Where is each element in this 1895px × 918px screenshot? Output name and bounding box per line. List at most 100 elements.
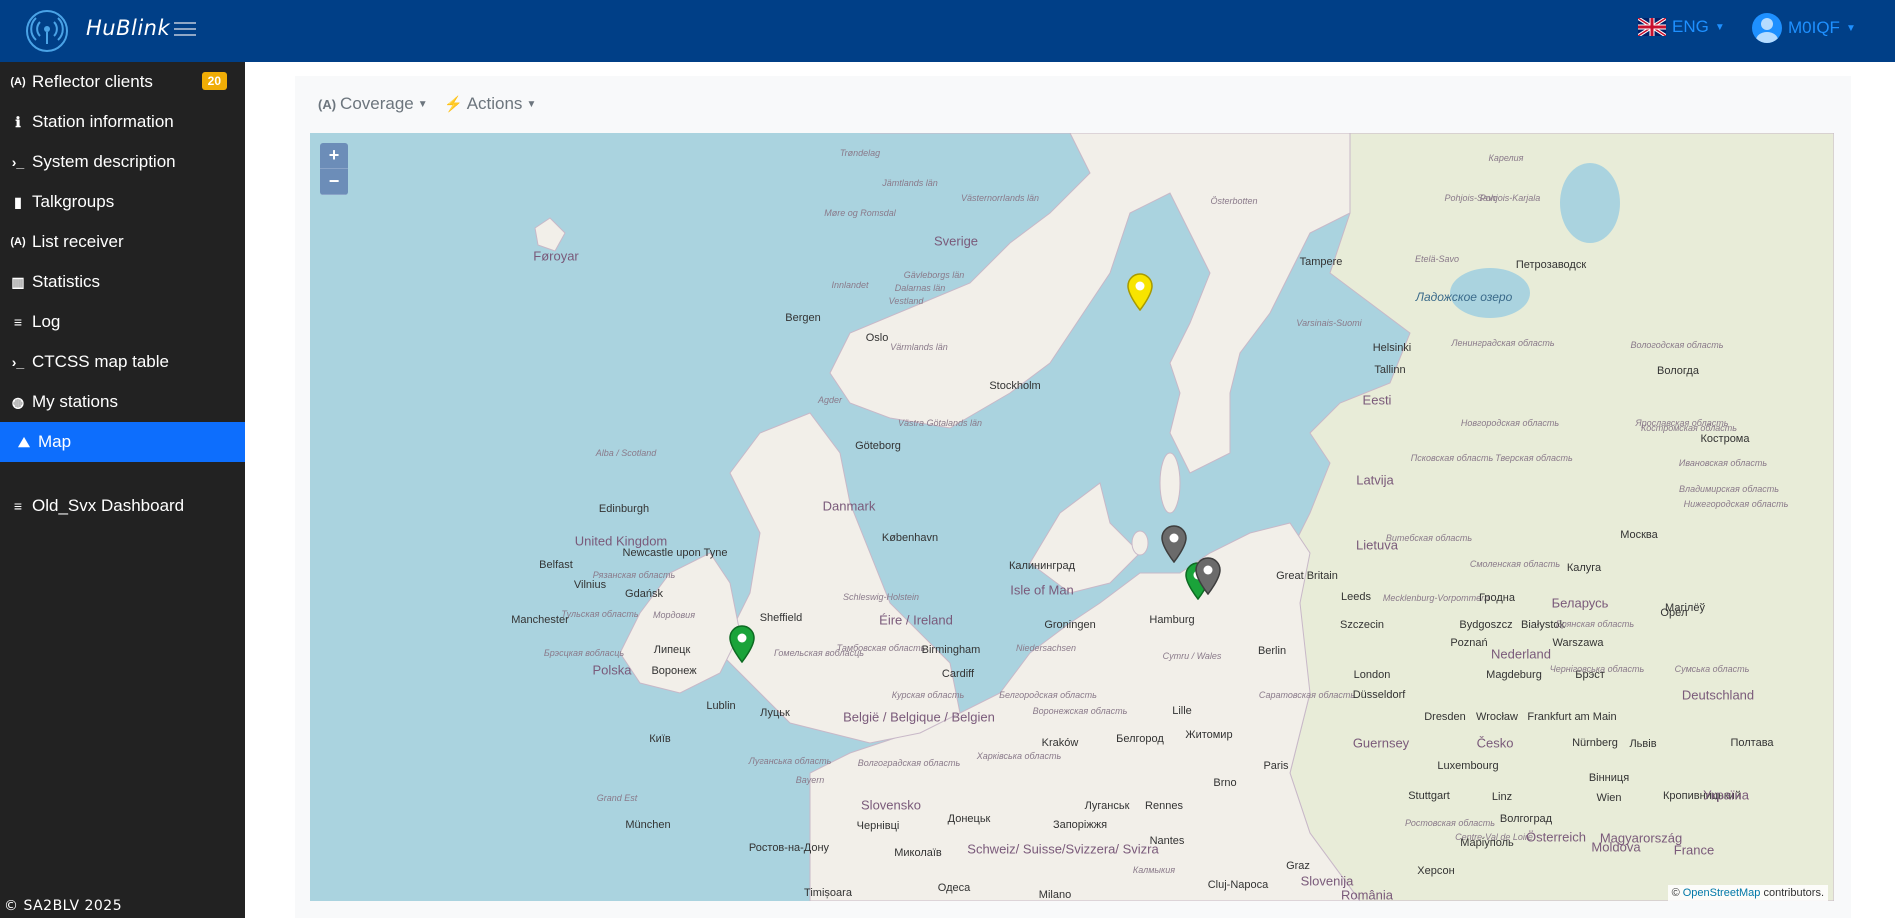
- map-label: Warszawa: [1552, 637, 1604, 649]
- station-marker-icon[interactable]: [1194, 557, 1222, 595]
- map-label: Луганська область: [748, 756, 832, 766]
- map-label: Helsinki: [1372, 342, 1412, 354]
- sidebar-item-reflector-clients[interactable]: (A) Reflector clients 20: [0, 62, 245, 102]
- map-label: Belfast: [539, 559, 573, 571]
- map-label: France: [1673, 842, 1715, 858]
- map-label: Magdeburg: [1486, 669, 1542, 681]
- sidebar-item-talkgroups[interactable]: ▮ Talkgroups: [0, 182, 245, 222]
- map-label: Калуга: [1566, 562, 1602, 574]
- brand-name[interactable]: HuBlink: [86, 16, 170, 40]
- map-label: Danmark: [822, 498, 876, 514]
- map-label: Кострома: [1700, 433, 1750, 445]
- antenna-icon: (A): [10, 236, 26, 248]
- hublink-logo-icon[interactable]: [26, 10, 68, 52]
- sidebar-item-label: Reflector clients: [32, 72, 153, 91]
- map-label: Tallinn: [1374, 364, 1406, 376]
- station-marker-icon[interactable]: [728, 625, 756, 663]
- map-label: Мордовия: [653, 610, 695, 620]
- zoom-in-button[interactable]: +: [320, 143, 348, 169]
- map-label: Bayern: [795, 775, 825, 785]
- map-label: Белгород: [1116, 733, 1164, 745]
- map-label: Szczecin: [1339, 619, 1385, 631]
- map-label: Cluj-Napoca: [1207, 879, 1269, 891]
- map-label: Newcastle upon Tyne: [622, 547, 728, 559]
- user-avatar-icon: [1752, 13, 1782, 43]
- map-label: Graz: [1286, 860, 1310, 872]
- map-label: Чернівці: [856, 820, 900, 832]
- station-marker-icon[interactable]: [1126, 273, 1154, 311]
- sidebar-item-station-information[interactable]: ℹ Station information: [0, 102, 245, 142]
- map-label: Stockholm: [989, 380, 1041, 392]
- sidebar-item-list-receiver[interactable]: (A) List receiver: [0, 222, 245, 262]
- map-label: Hamburg: [1149, 614, 1195, 626]
- language-label: ENG: [1672, 17, 1709, 36]
- terminal-icon: ›_: [11, 154, 25, 170]
- sidebar-item-log[interactable]: ≡ Log: [0, 302, 245, 342]
- map-label: Česko: [1476, 735, 1514, 751]
- map-label: London: [1353, 669, 1391, 681]
- map-label: Guernsey: [1352, 735, 1410, 751]
- map-label: Vestland: [888, 296, 924, 306]
- map-label: Eesti: [1362, 392, 1392, 408]
- zoom-out-button[interactable]: −: [320, 169, 348, 195]
- map-label: Moldova: [1591, 839, 1641, 855]
- map-label: Волгоградская область: [857, 758, 961, 768]
- map-label: Cymru / Wales: [1162, 651, 1222, 661]
- map-label: Nürnberg: [1572, 737, 1618, 749]
- map-label: Брянская область: [1555, 619, 1635, 629]
- map-label: Вінниця: [1588, 772, 1630, 784]
- map-label: Cardiff: [941, 668, 975, 680]
- station-marker-icon[interactable]: [1160, 525, 1188, 563]
- map-label: Grand Est: [596, 793, 638, 803]
- map-label: Frankfurt am Main: [1527, 711, 1617, 723]
- map-label: Львів: [1629, 738, 1657, 750]
- map-label: Волгоград: [1499, 813, 1553, 825]
- map-label: Брэсцкая вобласць: [543, 648, 625, 658]
- language-dropdown[interactable]: ENG ▼: [1638, 16, 1725, 38]
- info-icon: ℹ: [15, 113, 21, 130]
- map-view[interactable]: + − Trøndelag Jämtlands län Västernorrland…: [310, 133, 1834, 901]
- sidebar-item-ctcss-map-table[interactable]: ›_ CTCSS map table: [0, 342, 245, 382]
- map-label: Беларусь: [1551, 595, 1609, 611]
- map-label: Leeds: [1341, 591, 1371, 603]
- actions-dropdown[interactable]: ⚡ Actions ▼: [444, 92, 536, 116]
- attribution-prefix: ©: [1671, 887, 1680, 899]
- map-label: Innlandet: [831, 280, 869, 290]
- sidebar-item-label: Log: [32, 312, 61, 331]
- map-label: Trøndelag: [839, 148, 881, 158]
- menu-toggle-icon[interactable]: [174, 18, 196, 40]
- map-label: Slovensko: [861, 797, 921, 813]
- map-label: Вологда: [1657, 365, 1699, 377]
- sidebar-item-system-description[interactable]: ›_ System description: [0, 142, 245, 182]
- map-label: Ладожское озеро: [1415, 290, 1513, 304]
- map-label: Göteborg: [855, 440, 901, 452]
- map-label: Edinburgh: [598, 503, 650, 515]
- sidebar-item-old-svx-dashboard[interactable]: ≡ Old_Svx Dashboard: [0, 486, 245, 526]
- map-label: Калмыкия: [1132, 865, 1176, 875]
- sidebar-item-label: Station information: [32, 112, 174, 131]
- map-label: Schweiz/ Suisse/Svizzera/ Svizra: [967, 841, 1159, 857]
- map-label: Pohjois-Karjala: [1479, 193, 1541, 203]
- map-label: København: [881, 532, 939, 544]
- coverage-dropdown[interactable]: (A) Coverage ▼: [318, 92, 428, 116]
- map-label: Timișoara: [804, 887, 852, 899]
- footer-copyright: © SA2BLV 2025: [4, 898, 123, 914]
- map-label: Полтава: [1730, 737, 1774, 749]
- map-label: Витебская область: [1385, 533, 1473, 543]
- client-count-badge: 20: [201, 72, 227, 90]
- map-label: Paris: [1263, 760, 1289, 772]
- sidebar-item-map[interactable]: ⛰ Map: [0, 422, 245, 462]
- user-menu[interactable]: M0IQF ▼: [1752, 12, 1856, 44]
- sidebar-item-label: CTCSS map table: [32, 352, 169, 371]
- antenna-icon: (A): [10, 76, 26, 88]
- map-label: Dresden: [1424, 711, 1466, 723]
- map-label: Nederland: [1491, 646, 1551, 662]
- map-label: Gdańsk: [625, 588, 663, 600]
- openstreetmap-link[interactable]: OpenStreetMap: [1683, 887, 1761, 899]
- map-label: Rennes: [1145, 800, 1183, 812]
- map-label: Polska: [592, 662, 632, 678]
- map-label: Ивановская область: [1678, 458, 1768, 468]
- sidebar-item-statistics[interactable]: ▥ Statistics: [0, 262, 245, 302]
- sidebar-item-my-stations[interactable]: ◍ My stations: [0, 382, 245, 422]
- map-label: België / Belgique / Belgien: [843, 709, 995, 725]
